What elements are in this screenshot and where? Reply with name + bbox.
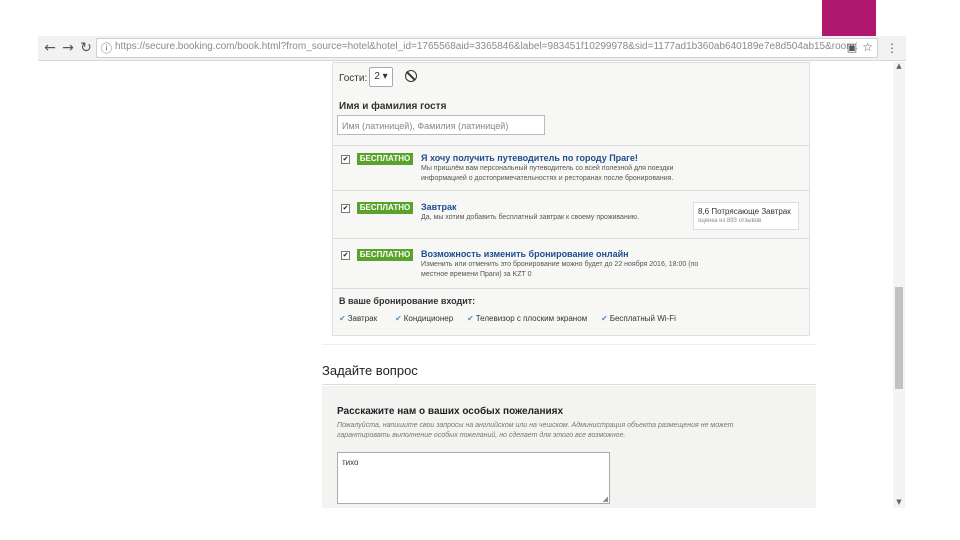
special-requests-textarea[interactable]: тихо ◢ <box>337 452 610 504</box>
included-item: ✔ Кондиционер <box>395 314 454 323</box>
option-description: Да, мы хотим добавить бесплатный завтрак… <box>421 214 639 221</box>
check-icon: ✔ <box>467 314 474 323</box>
free-badge: БЕСПЛАТНО <box>357 202 413 214</box>
divider <box>333 288 809 289</box>
check-icon: ✔ <box>601 314 608 323</box>
section-divider <box>322 344 816 345</box>
included-label: В ваше бронирование входит: <box>339 296 476 306</box>
guest-name-input[interactable]: Имя (латиницей), Фамилия (латиницей) <box>337 115 545 135</box>
option-description: Изменить или отменить это бронирование м… <box>421 261 699 278</box>
option-checkbox[interactable]: ✔ <box>341 155 350 164</box>
address-bar[interactable]: ⓘ https://secure.booking.com/book.html?f… <box>96 38 878 58</box>
special-requests-title: Расскажите нам о ваших особых пожеланиях <box>337 406 564 417</box>
textarea-value: тихо <box>342 458 359 467</box>
extension-icon[interactable]: ▣ <box>844 39 860 57</box>
option-description: Мы пришлём вам персональный путеводитель… <box>421 165 674 182</box>
scrollbar-thumb[interactable] <box>895 287 903 389</box>
resize-handle-icon[interactable]: ◢ <box>603 495 608 503</box>
divider <box>333 145 809 146</box>
divider <box>322 384 816 385</box>
back-icon[interactable]: ← <box>42 39 58 57</box>
option-title[interactable]: Завтрак <box>421 202 456 212</box>
check-icon: ✔ <box>395 314 402 323</box>
forward-icon[interactable]: → <box>60 39 76 57</box>
option-checkbox[interactable]: ✔ <box>341 204 350 213</box>
option-checkbox[interactable]: ✔ <box>341 251 350 260</box>
option-title[interactable]: Возможность изменить бронирование онлайн <box>421 249 629 259</box>
special-requests-description: Пожалуйста, напишите свои запросы на анг… <box>337 422 734 439</box>
included-item: ✔ Бесплатный Wi-Fi <box>601 314 676 323</box>
included-item: ✔ Завтрак <box>339 314 378 323</box>
free-badge: БЕСПЛАТНО <box>357 249 413 261</box>
guest-name-label: Имя и фамилия гостя <box>339 101 447 112</box>
scroll-up-icon[interactable]: ▲ <box>895 62 903 70</box>
accent-bar <box>822 0 876 36</box>
rating-score: 8,6 Потрясающе Завтрак <box>698 207 791 216</box>
info-icon[interactable]: ⓘ <box>101 40 112 56</box>
included-list: ✔ Завтрак ✔ Кондиционер ✔ Телевизор с плоск… <box>339 314 799 326</box>
browser-toolbar: ← → ↻ ⓘ https://secure.booking.com/book.… <box>38 36 906 61</box>
guests-label: Гости: <box>339 73 368 84</box>
check-icon: ✔ <box>339 314 346 323</box>
url-text[interactable]: https://secure.booking.com/book.html?fro… <box>115 41 857 52</box>
scrollbar[interactable]: ▲ ▼ <box>893 62 905 508</box>
free-badge: БЕСПЛАТНО <box>357 153 413 165</box>
no-smoking-icon <box>405 70 417 82</box>
divider <box>333 190 809 191</box>
star-icon[interactable]: ☆ <box>862 40 873 54</box>
special-requests-panel: Расскажите нам о ваших особых пожеланиях… <box>322 386 816 508</box>
reload-icon[interactable]: ↻ <box>78 39 94 57</box>
rating-count: оценка из 893 отзывов <box>698 218 762 224</box>
included-item: ✔ Телевизор с плоским экраном <box>467 314 588 323</box>
divider <box>333 238 809 239</box>
scroll-down-icon[interactable]: ▼ <box>895 498 903 506</box>
question-heading: Задайте вопрос <box>322 363 418 378</box>
booking-panel: Гости: 2 ▾ Имя и фамилия гостя Имя (лати… <box>332 62 810 336</box>
breakfast-rating: 8,6 Потрясающе Завтрак оценка из 893 отз… <box>693 202 799 230</box>
option-title[interactable]: Я хочу получить путеводитель по городу П… <box>421 153 638 163</box>
menu-icon[interactable]: ⋮ <box>884 39 900 57</box>
guests-select[interactable]: 2 ▾ <box>369 67 393 87</box>
